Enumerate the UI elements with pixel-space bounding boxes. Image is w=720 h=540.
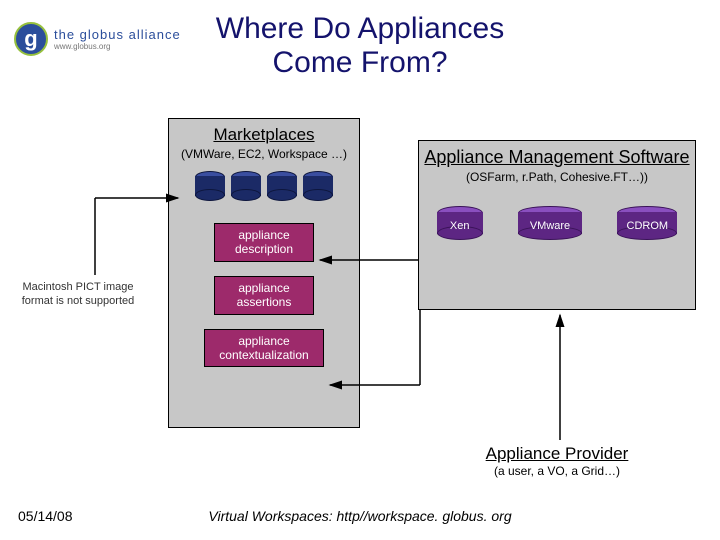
mgmt-heading: Appliance Management Software [419,147,695,168]
mgmt-item-label: CDROM [627,220,669,232]
mgmt-item-label: VMware [530,220,570,232]
db-cylinder-icon [267,171,297,201]
appliance-mgmt-panel: Appliance Management Software (OSFarm, r… [418,140,696,310]
slide-title: Where Do Appliances Come From? [0,12,720,80]
appliance-contextualization-box: appliance contextualization [204,329,324,368]
appliance-provider-block: Appliance Provider (a user, a VO, a Grid… [418,444,696,478]
mgmt-item-cdrom: CDROM [617,206,677,232]
mgmt-item-vmware: VMware [518,206,582,232]
pict-placeholder: Macintosh PICT image format is not suppo… [18,280,138,309]
mgmt-sub: (OSFarm, r.Path, Cohesive.FT…)) [419,170,695,184]
provider-heading: Appliance Provider [418,444,696,464]
marketplace-db-row [169,171,359,201]
title-line-1: Where Do Appliances [0,12,720,46]
mgmt-item-label: Xen [450,220,470,232]
mgmt-item-xen: Xen [437,206,483,232]
footer-credit: Virtual Workspaces: http//workspace. glo… [0,508,720,524]
title-line-2: Come From? [0,46,720,80]
marketplaces-heading: Marketplaces [169,125,359,145]
marketplaces-panel: Marketplaces (VMWare, EC2, Workspace …) … [168,118,360,428]
db-cylinder-icon [303,171,333,201]
provider-sub: (a user, a VO, a Grid…) [418,464,696,478]
appliance-description-box: appliance description [214,223,314,262]
appliance-assertions-box: appliance assertions [214,276,314,315]
db-cylinder-icon [195,171,225,201]
db-cylinder-icon [231,171,261,201]
marketplaces-sub: (VMWare, EC2, Workspace …) [169,147,359,161]
